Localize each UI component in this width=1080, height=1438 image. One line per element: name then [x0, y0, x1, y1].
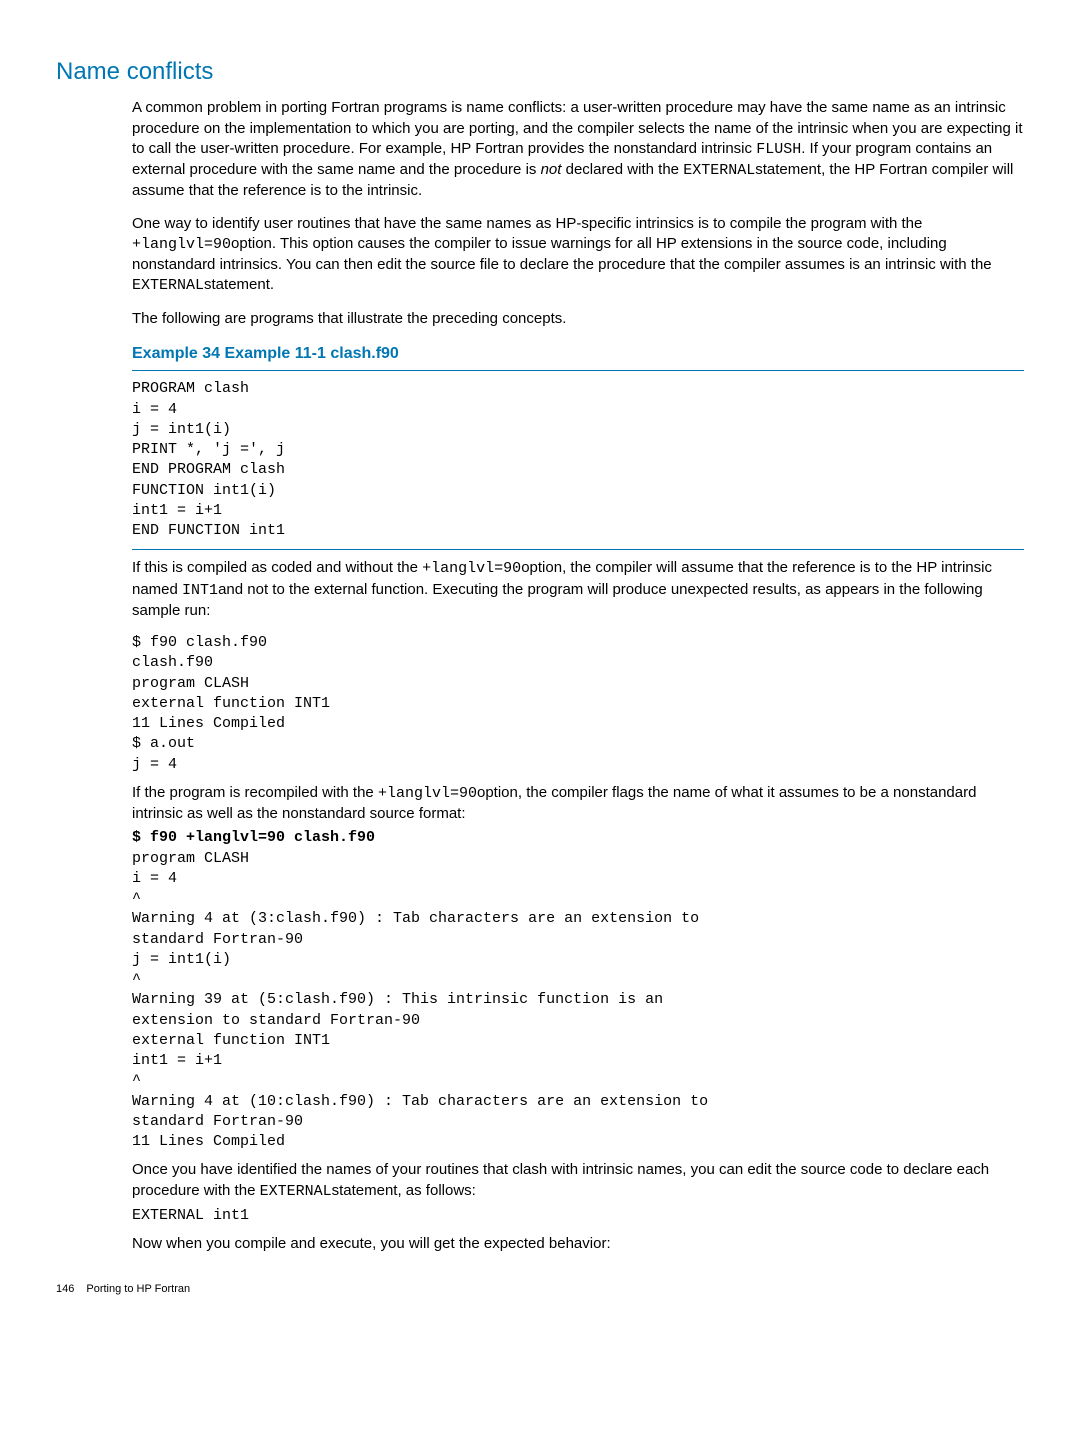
code-block-4: EXTERNAL int1 — [132, 1206, 1024, 1226]
code-inline: EXTERNAL — [683, 162, 755, 179]
page-number: 146 — [56, 1283, 74, 1295]
text-run: statement, as follows: — [332, 1182, 476, 1199]
body-paragraph-5: If the program is recompiled with the +l… — [132, 783, 1024, 825]
body-paragraph-2: One way to identify user routines that h… — [132, 214, 1024, 297]
text-run: and not to the external function. Execut… — [132, 581, 983, 619]
text-run: option. This option causes the compiler … — [132, 235, 992, 273]
code-command-bold: $ f90 +langlvl=90 clash.f90 — [132, 829, 375, 846]
body-paragraph-7: Now when you compile and execute, you wi… — [132, 1234, 1024, 1254]
code-inline: EXTERNAL — [260, 1183, 332, 1200]
divider-bottom — [132, 549, 1024, 550]
code-inline: FLUSH — [756, 141, 801, 158]
code-output: program CLASH i = 4 ^ Warning 4 at (3:cl… — [132, 850, 708, 1151]
code-inline: +langlvl=90 — [422, 560, 521, 577]
body-paragraph-3: The following are programs that illustra… — [132, 309, 1024, 329]
code-inline: +langlvl=90 — [378, 785, 477, 802]
page-footer: 146 Porting to HP Fortran — [56, 1282, 1024, 1297]
code-inline: EXTERNAL — [132, 277, 204, 294]
divider-top — [132, 370, 1024, 371]
section-heading: Name conflicts — [56, 56, 1024, 88]
text-run: declared with the — [561, 161, 683, 178]
code-block-1: PROGRAM clash i = 4 j = int1(i) PRINT *,… — [132, 379, 1024, 541]
body-paragraph-6: Once you have identified the names of yo… — [132, 1160, 1024, 1202]
footer-chapter: Porting to HP Fortran — [86, 1283, 190, 1295]
emphasis-text: not — [541, 161, 562, 178]
code-block-2: $ f90 clash.f90 clash.f90 program CLASH … — [132, 633, 1024, 775]
body-paragraph-1: A common problem in porting Fortran prog… — [132, 98, 1024, 201]
code-inline: +langlvl=90 — [132, 236, 231, 253]
text-run: statement. — [204, 276, 274, 293]
text-run: One way to identify user routines that h… — [132, 215, 922, 232]
code-block-3: $ f90 +langlvl=90 clash.f90 program CLAS… — [132, 828, 1024, 1152]
text-run: If this is compiled as coded and without… — [132, 559, 422, 576]
code-inline: INT1 — [182, 582, 218, 599]
body-paragraph-4: If this is compiled as coded and without… — [132, 558, 1024, 621]
text-run: If the program is recompiled with the — [132, 784, 378, 801]
example-heading: Example 34 Example 11-1 clash.f90 — [132, 343, 1024, 365]
